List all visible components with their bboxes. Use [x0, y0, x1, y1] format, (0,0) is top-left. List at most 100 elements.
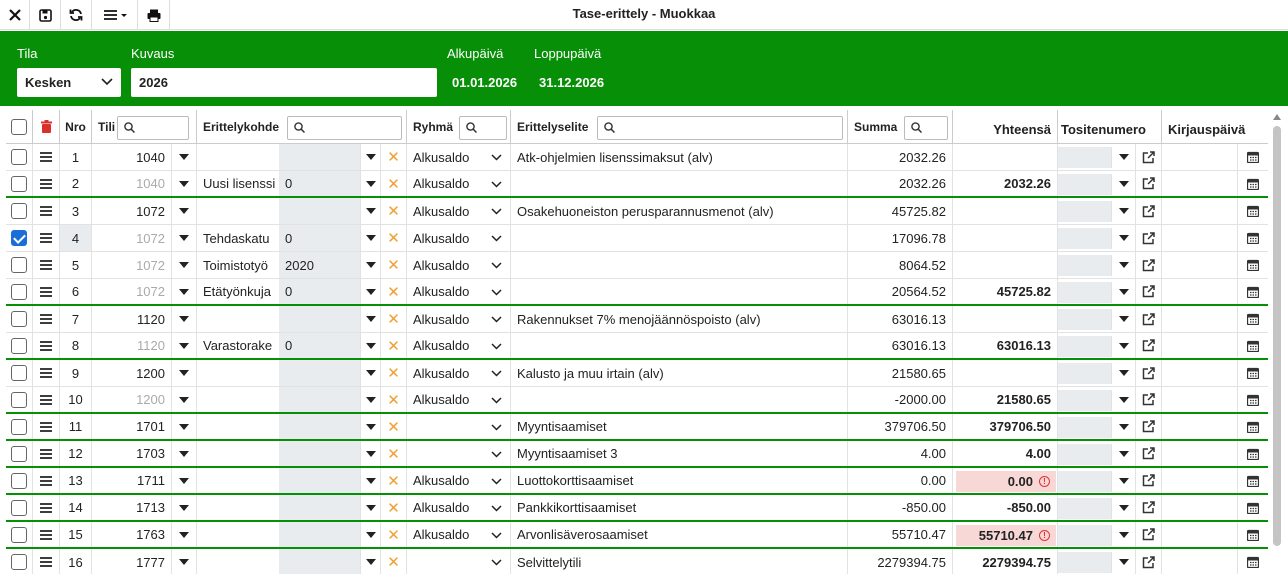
- tila-select[interactable]: Kesken: [17, 68, 121, 97]
- kirjauspaiva-input[interactable]: [1162, 279, 1238, 304]
- tositenumero-input[interactable]: [1058, 525, 1112, 546]
- row-checkbox[interactable]: [11, 175, 27, 192]
- tositenumero-input[interactable]: [1058, 147, 1112, 168]
- tositenumero-input[interactable]: [1058, 498, 1112, 519]
- clear-icon[interactable]: ✕: [381, 279, 407, 304]
- tili-dropdown-icon[interactable]: [172, 387, 197, 412]
- tili-dropdown-icon[interactable]: [172, 333, 197, 358]
- erittelyselite-search-input[interactable]: [597, 116, 843, 140]
- tositenumero-dropdown-icon[interactable]: [1112, 441, 1136, 466]
- row-checkbox[interactable]: [11, 203, 27, 219]
- erittelykohde-value[interactable]: 2020: [279, 252, 361, 278]
- summa-input[interactable]: 55710.47: [848, 522, 953, 547]
- kirjauspaiva-input[interactable]: [1162, 468, 1238, 493]
- kirjauspaiva-input[interactable]: [1162, 495, 1238, 520]
- ryhma-select[interactable]: Alkusaldo: [407, 198, 511, 224]
- erittelykohde-name[interactable]: Varastorake: [197, 333, 279, 358]
- hamburger-icon[interactable]: [40, 394, 52, 405]
- tili-dropdown-icon[interactable]: [172, 414, 197, 439]
- ryhma-select[interactable]: Alkusaldo: [407, 387, 511, 412]
- tili-input[interactable]: 1703: [92, 441, 172, 466]
- tili-input[interactable]: 1040: [92, 144, 172, 170]
- erittelykohde-value[interactable]: [279, 549, 361, 574]
- erittelykohde-dropdown-icon[interactable]: [361, 414, 381, 439]
- erittelykohde-dropdown-icon[interactable]: [361, 225, 381, 251]
- calendar-icon[interactable]: [1238, 171, 1268, 196]
- row-checkbox[interactable]: [11, 391, 27, 408]
- tili-input[interactable]: 1072: [92, 198, 172, 224]
- tositenumero-dropdown-icon[interactable]: [1112, 522, 1136, 547]
- clear-icon[interactable]: ✕: [381, 225, 407, 251]
- tili-dropdown-icon[interactable]: [172, 144, 197, 170]
- erittelykohde-name[interactable]: Toimistotyö: [197, 252, 279, 278]
- clear-icon[interactable]: ✕: [381, 360, 407, 386]
- ryhma-select[interactable]: Alkusaldo: [407, 522, 511, 547]
- erittelykohde-value[interactable]: 0: [279, 225, 361, 251]
- tili-input[interactable]: 1072: [92, 279, 172, 304]
- erittelyselite-input[interactable]: Arvonlisäverosaamiset: [511, 522, 848, 547]
- erittelyselite-input[interactable]: Rakennukset 7% menojäännöspoisto (alv): [511, 306, 848, 332]
- tili-dropdown-icon[interactable]: [172, 279, 197, 304]
- kuvaus-input[interactable]: 2026: [131, 68, 437, 97]
- tositenumero-input[interactable]: [1058, 309, 1112, 330]
- tositenumero-dropdown-icon[interactable]: [1112, 252, 1136, 278]
- ryhma-select[interactable]: Alkusaldo: [407, 225, 511, 251]
- clear-icon[interactable]: ✕: [381, 522, 407, 547]
- erittelykohde-value[interactable]: [279, 144, 361, 170]
- kirjauspaiva-input[interactable]: [1162, 441, 1238, 466]
- kirjauspaiva-input[interactable]: [1162, 360, 1238, 386]
- erittelykohde-value[interactable]: [279, 414, 361, 439]
- summa-input[interactable]: 45725.82: [848, 198, 953, 224]
- external-link-icon[interactable]: [1136, 225, 1162, 251]
- tositenumero-dropdown-icon[interactable]: [1112, 549, 1136, 574]
- ryhma-select[interactable]: [407, 549, 511, 574]
- summa-input[interactable]: -2000.00: [848, 387, 953, 412]
- hamburger-icon[interactable]: [40, 286, 52, 297]
- col-kirjauspaiva[interactable]: Kirjauspäivä: [1162, 110, 1268, 143]
- hamburger-icon[interactable]: [40, 421, 52, 432]
- tili-dropdown-icon[interactable]: [172, 522, 197, 547]
- calendar-icon[interactable]: [1238, 144, 1268, 170]
- tositenumero-dropdown-icon[interactable]: [1112, 414, 1136, 439]
- erittelyselite-input[interactable]: Luottokorttisaamiset: [511, 468, 848, 493]
- save-button[interactable]: [30, 0, 61, 30]
- external-link-icon[interactable]: [1136, 522, 1162, 547]
- calendar-icon[interactable]: [1238, 468, 1268, 493]
- clear-icon[interactable]: ✕: [381, 333, 407, 358]
- row-checkbox[interactable]: [11, 230, 27, 246]
- erittelykohde-name[interactable]: [197, 144, 279, 170]
- kirjauspaiva-input[interactable]: [1162, 252, 1238, 278]
- tili-dropdown-icon[interactable]: [172, 495, 197, 520]
- row-checkbox[interactable]: [11, 554, 27, 570]
- external-link-icon[interactable]: [1136, 279, 1162, 304]
- clear-icon[interactable]: ✕: [381, 468, 407, 493]
- calendar-icon[interactable]: [1238, 252, 1268, 278]
- clear-icon[interactable]: ✕: [381, 306, 407, 332]
- print-button[interactable]: [138, 0, 170, 30]
- clear-icon[interactable]: ✕: [381, 198, 407, 224]
- erittelykohde-dropdown-icon[interactable]: [361, 441, 381, 466]
- row-checkbox[interactable]: [11, 311, 27, 327]
- clear-icon[interactable]: ✕: [381, 252, 407, 278]
- col-summa-label[interactable]: Summa: [854, 120, 897, 134]
- tositenumero-input[interactable]: [1058, 444, 1112, 465]
- col-ryhma-label[interactable]: Ryhmä: [413, 120, 453, 134]
- tositenumero-dropdown-icon[interactable]: [1112, 144, 1136, 170]
- erittelykohde-value[interactable]: [279, 468, 361, 493]
- kirjauspaiva-input[interactable]: [1162, 522, 1238, 547]
- clear-icon[interactable]: ✕: [381, 495, 407, 520]
- erittelyselite-input[interactable]: Myyntisaamiset 3: [511, 441, 848, 466]
- erittelyselite-input[interactable]: Pankkikorttisaamiset: [511, 495, 848, 520]
- calendar-icon[interactable]: [1238, 495, 1268, 520]
- erittelykohde-value[interactable]: [279, 198, 361, 224]
- hamburger-icon[interactable]: [40, 314, 52, 324]
- tili-input[interactable]: 1777: [92, 549, 172, 574]
- erittelykohde-name[interactable]: Etätyönkuja: [197, 279, 279, 304]
- erittelykohde-value[interactable]: [279, 441, 361, 466]
- hamburger-icon[interactable]: [40, 152, 52, 162]
- tositenumero-input[interactable]: [1058, 228, 1112, 249]
- erittelykohde-dropdown-icon[interactable]: [361, 171, 381, 196]
- erittelyselite-input[interactable]: [511, 171, 848, 196]
- erittelykohde-dropdown-icon[interactable]: [361, 549, 381, 574]
- hamburger-icon[interactable]: [40, 448, 52, 459]
